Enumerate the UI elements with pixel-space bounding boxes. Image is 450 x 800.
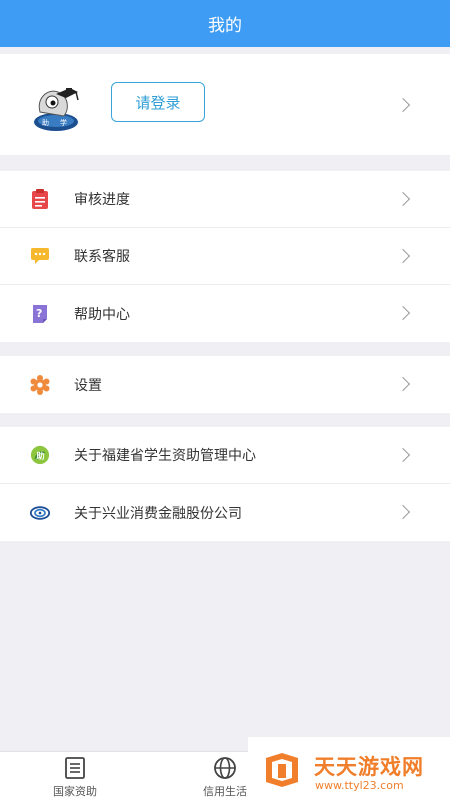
cib-finance-icon [30,503,50,523]
menu-group-about: 助 关于福建省学生资助管理中心 关于兴业消费金融股份公司 [0,427,450,541]
menu-item-contact-service[interactable]: 联系客服 [0,228,450,285]
clipboard-icon [30,189,50,209]
menu-group-settings: 设置 [0,356,450,413]
menu-item-settings[interactable]: 设置 [0,356,450,413]
chat-icon [30,246,50,266]
fujian-center-icon: 助 [30,445,50,465]
top-header: 我的 [0,0,450,47]
help-icon: ? [30,304,50,324]
watermark-title: 天天游戏网 [314,755,424,779]
gear-icon [30,374,50,395]
chevron-right-icon [395,191,411,207]
menu-group-main: 审核进度 联系客服 ? 帮助中心 [0,171,450,342]
svg-text:助: 助 [42,118,49,127]
page-title: 我的 [208,16,242,36]
menu-item-about-cib-finance[interactable]: 关于兴业消费金融股份公司 [0,484,450,541]
document-icon [65,757,85,779]
tab-label: 国家资助 [53,785,97,798]
chevron-right-icon [395,97,411,113]
chevron-right-icon [395,376,411,392]
svg-text:学: 学 [60,118,67,127]
chevron-right-icon [395,504,411,520]
menu-item-label: 设置 [74,377,102,394]
svg-text:助: 助 [36,451,44,461]
menu-item-review-progress[interactable]: 审核进度 [0,171,450,228]
globe-icon [214,757,236,779]
menu-item-label: 审核进度 [74,192,130,208]
menu-item-label: 联系客服 [74,249,130,265]
watermark-logo-icon [266,753,298,787]
chevron-right-icon [395,305,411,321]
menu-item-label: 关于福建省学生资助管理中心 [74,448,256,464]
chevron-right-icon [395,248,411,264]
watermark-overlay: 天天游戏网 www.ttyl23.com [248,737,450,800]
mascot-avatar: 助 学 [34,88,79,131]
menu-item-label: 帮助中心 [74,306,130,323]
chevron-right-icon [395,447,411,463]
watermark-url: www.ttyl23.com [315,779,404,792]
profile-card[interactable]: 助 学 请登录 [0,54,450,155]
menu-item-label: 关于兴业消费金融股份公司 [74,505,242,522]
login-button[interactable]: 请登录 [111,82,205,122]
tab-national-aid[interactable]: 国家资助 [30,756,120,799]
svg-text:?: ? [36,307,42,320]
menu-item-about-fujian-center[interactable]: 助 关于福建省学生资助管理中心 [0,427,450,484]
menu-item-help-center[interactable]: ? 帮助中心 [0,285,450,342]
